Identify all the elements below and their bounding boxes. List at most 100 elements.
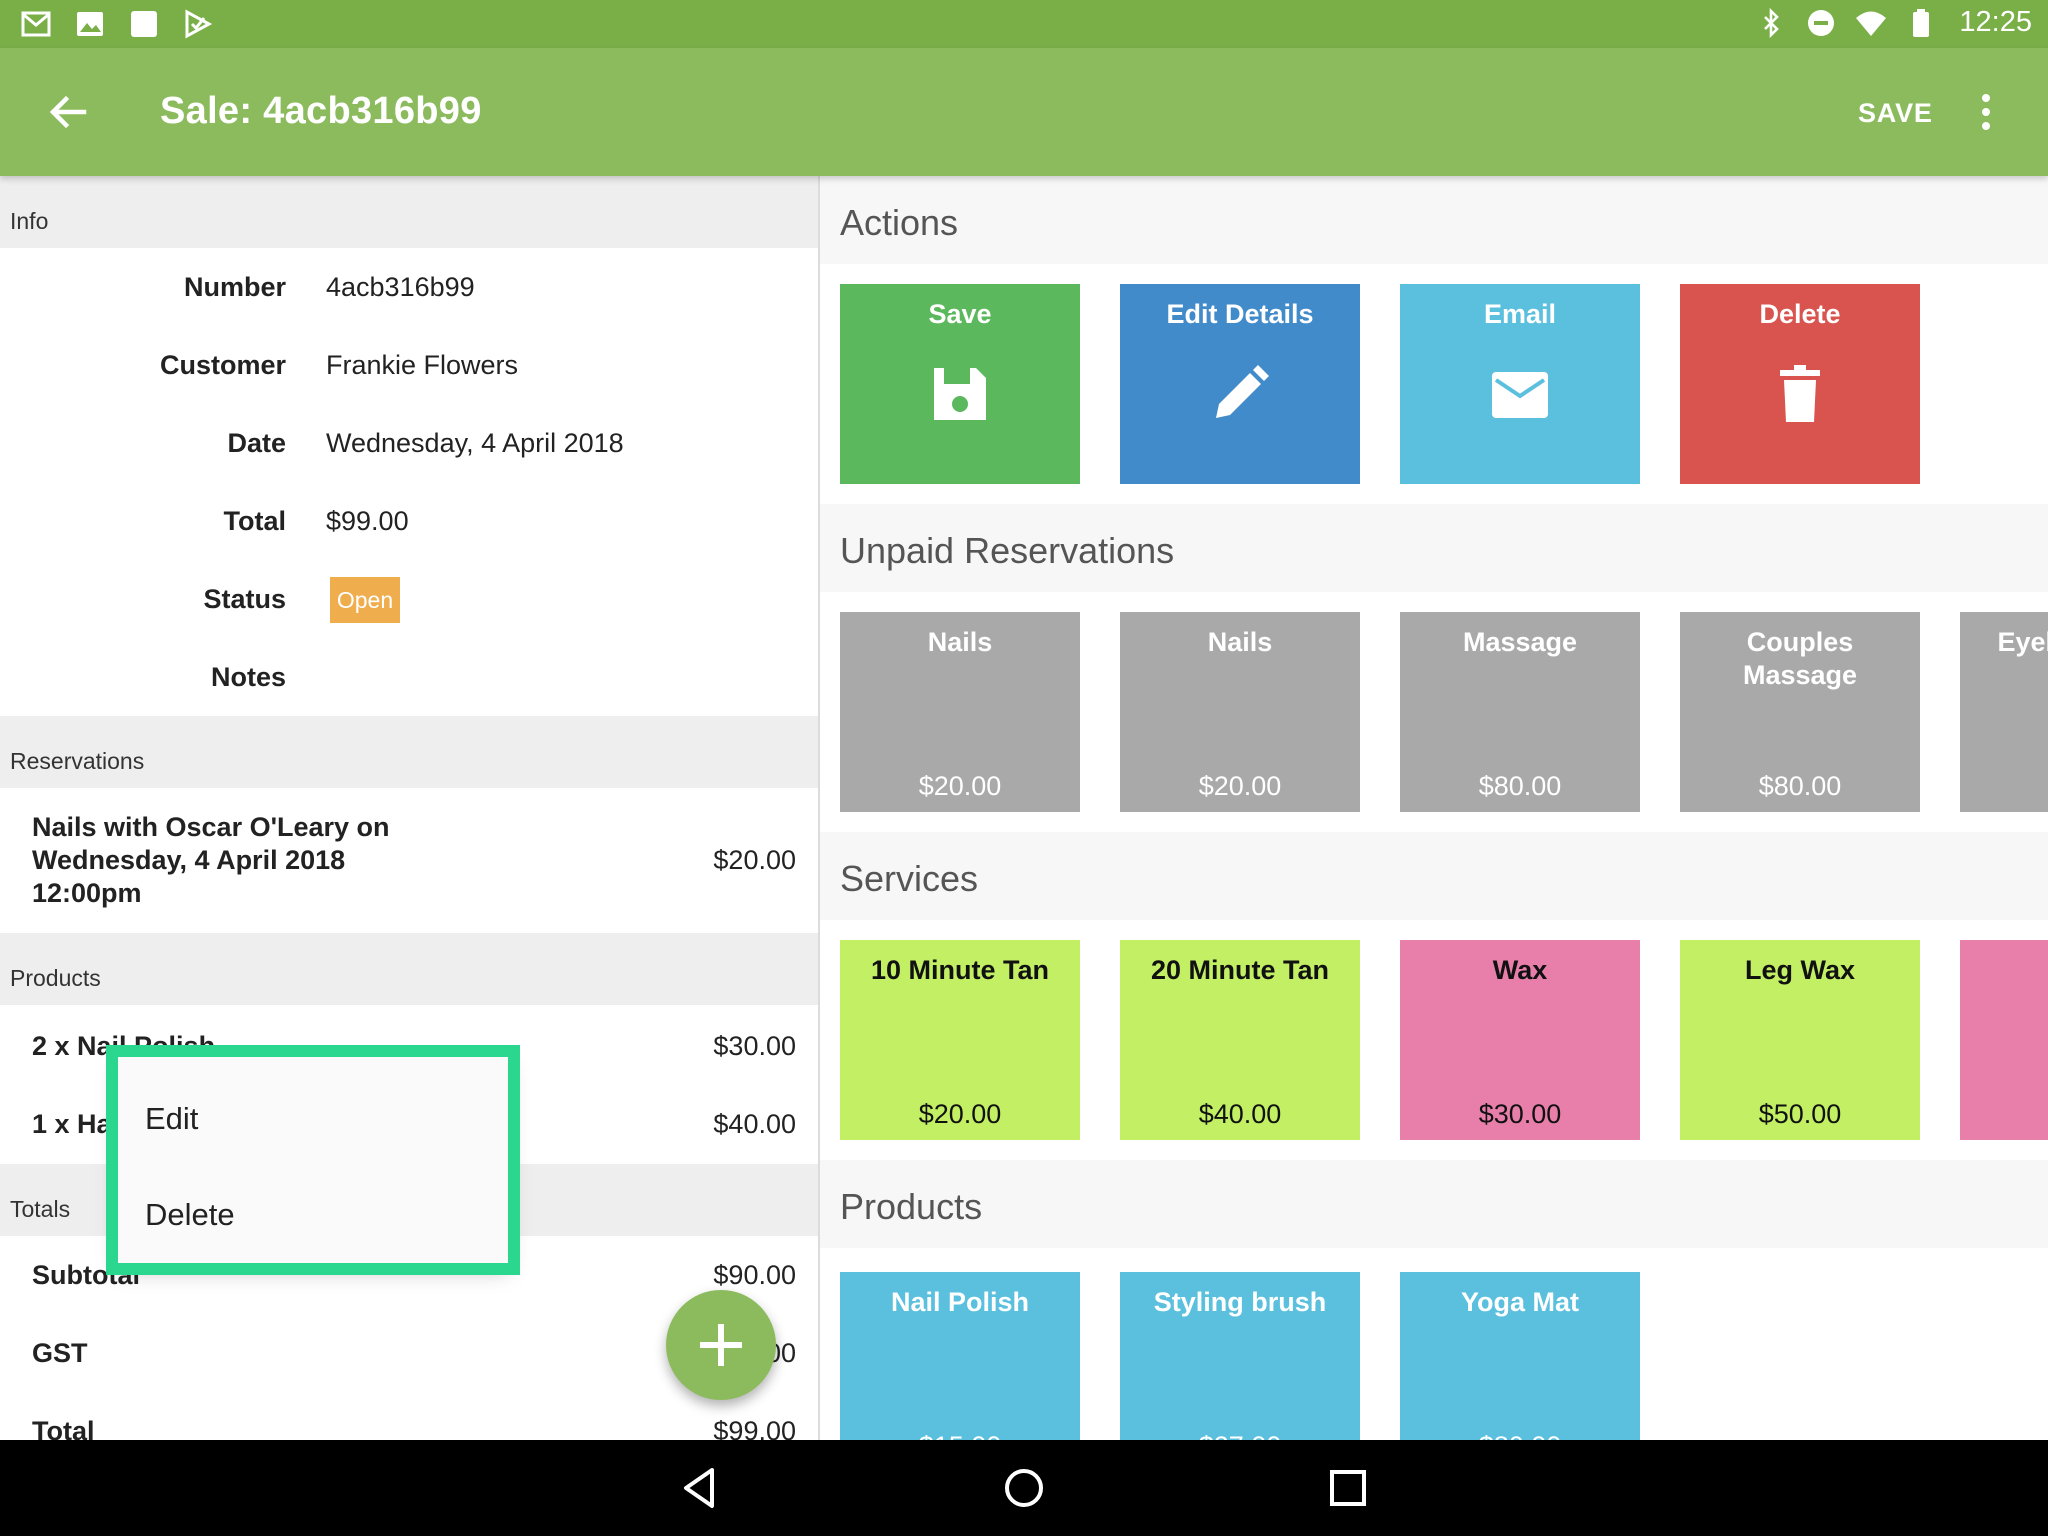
tile-label: Nails [927, 627, 993, 657]
tile-label: Delete [1759, 299, 1841, 329]
service-tile[interactable]: 20 Minute Tan $40.00 [1120, 940, 1360, 1140]
tile-price: $20.00 [1198, 771, 1282, 801]
highlight-frame [106, 1045, 520, 1275]
bluetooth-icon [1764, 7, 1780, 38]
more-vert-icon[interactable] [1970, 88, 2002, 136]
unpaid-reservation-tile[interactable]: Massage $80.00 [1400, 612, 1640, 812]
tile-label: Yoga Mat [1460, 1287, 1579, 1317]
tile-price: $40.00 [1198, 1099, 1282, 1129]
image-icon [77, 12, 103, 36]
service-tile[interactable]: Leg Wax $50.00 [1680, 940, 1920, 1140]
tile-price: $50.00 [1758, 1099, 1842, 1129]
save-button[interactable]: SAVE [1858, 98, 1933, 129]
tile-price: $ [1960, 1099, 2048, 1130]
tile-label: Leg Wax [1744, 955, 1856, 985]
grand-total-label: Total [32, 1416, 95, 1440]
reservation-price: $20.00 [713, 845, 796, 875]
action-save-tile[interactable]: Save [840, 284, 1080, 484]
reservations-header: Reservations [0, 716, 818, 788]
back-arrow-icon[interactable] [44, 88, 92, 136]
tile-label: Edit Details [1166, 299, 1314, 329]
pencil-icon [1216, 365, 1269, 418]
app-bar: Sale: 4acb316b99 SAVE [0, 48, 2048, 176]
catalog-panel: Actions Save Edit Details Email Delete U… [820, 176, 2048, 1440]
action-email-tile[interactable]: Email [1400, 284, 1640, 484]
product-tile[interactable]: Yoga Mat $80.00 [1400, 1272, 1640, 1440]
date-label: Date [227, 428, 286, 458]
reservation-line-3: 12:00pm [32, 878, 142, 908]
info-header: Info [0, 176, 818, 248]
service-tile[interactable]: Wax $30.00 [1400, 940, 1640, 1140]
floppy-disk-icon [934, 368, 986, 420]
gmail-icon [21, 11, 51, 37]
tile-price: $15.00 [840, 1431, 1080, 1440]
tile-price: $ [1960, 771, 2048, 802]
add-item-button[interactable] [666, 1290, 776, 1400]
battery-icon [1913, 8, 1930, 37]
notes-label: Notes [210, 662, 286, 692]
unpaid-reservation-tile[interactable]: Eyebrow eye $ [1960, 612, 2048, 812]
product-row-text: 1 x Ha [32, 1109, 112, 1139]
tile-price: $20.00 [918, 771, 1002, 801]
status-bar: 12:25 [0, 0, 2048, 48]
unpaid-reservation-tile[interactable]: Nails $20.00 [1120, 612, 1360, 812]
tile-label: Styling brush [1153, 1287, 1327, 1317]
date-value: Wednesday, 4 April 2018 [326, 428, 624, 458]
plus-icon [700, 1324, 742, 1366]
customer-value: Frankie Flowers [326, 350, 519, 380]
tile-price: $80.00 [1400, 1431, 1640, 1440]
status-label: Status [203, 584, 286, 614]
total-value: $99.00 [326, 506, 409, 536]
unpaid-reservations-header: Unpaid Reservations [840, 530, 1175, 571]
tile-label: Eyebrow eye [1997, 627, 2048, 657]
product-tile[interactable]: Styling brush $27.00 [1120, 1272, 1360, 1440]
unpaid-reservation-tile[interactable]: Couples Massage $80.00 [1680, 612, 1920, 812]
trash-icon [1780, 365, 1820, 422]
system-nav-bar [0, 1440, 2048, 1536]
tile-price: $80.00 [1758, 771, 1842, 801]
home-circle-icon[interactable] [1000, 1464, 1048, 1512]
total-label: Total [223, 506, 287, 536]
tile-price: $20.00 [918, 1099, 1002, 1129]
product-tile[interactable]: Nail Polish $15.00 [840, 1272, 1080, 1440]
unpaid-reservation-tile[interactable]: Nails $20.00 [840, 612, 1080, 812]
checkmark-icon [185, 9, 213, 39]
tile-label: 20 Minute Tan [1150, 955, 1330, 985]
envelope-icon [1492, 372, 1548, 418]
tile-label: Wax [1492, 955, 1548, 985]
action-delete-tile[interactable]: Delete [1680, 284, 1920, 484]
gst-label: GST [32, 1338, 88, 1368]
do-not-disturb-icon [1808, 9, 1835, 36]
products-grid-header: Products [840, 1186, 983, 1227]
tile-label: Save [928, 299, 992, 329]
tile-price: $27.00 [1120, 1431, 1360, 1440]
reservation-line-1: Nails with Oscar O'Leary on [32, 812, 390, 842]
service-tile[interactable]: $ [1960, 940, 2048, 1140]
product-row-price: $30.00 [713, 1031, 796, 1061]
tile-label: Couples Massage [1742, 627, 1858, 690]
wifi-icon [1856, 11, 1887, 36]
customer-label: Customer [159, 350, 286, 380]
page-title: Sale: 4acb316b99 [160, 90, 482, 132]
tile-label: Massage [1462, 627, 1578, 657]
tile-price: $30.00 [1478, 1099, 1562, 1129]
reservation-line-2: Wednesday, 4 April 2018 [32, 845, 346, 875]
service-tile[interactable]: 10 Minute Tan $20.00 [840, 940, 1080, 1140]
subtotal-value: $90.00 [713, 1260, 796, 1290]
tile-label: Nails [1207, 627, 1273, 657]
square-icon [131, 11, 157, 37]
services-header: Services [840, 858, 979, 899]
recents-square-icon[interactable] [1324, 1464, 1372, 1512]
tile-label: Nail Polish [890, 1287, 1030, 1317]
tile-label: 10 Minute Tan [870, 955, 1050, 985]
action-edit-details-tile[interactable]: Edit Details [1120, 284, 1360, 484]
actions-header: Actions [840, 202, 959, 243]
grand-total-value: $99.00 [713, 1416, 796, 1440]
number-label: Number [183, 272, 286, 302]
status-badge: Open [330, 577, 400, 623]
number-value: 4acb316b99 [326, 272, 475, 302]
products-header: Products [0, 933, 818, 1005]
back-triangle-icon[interactable] [676, 1464, 724, 1512]
tile-price: $80.00 [1478, 771, 1562, 801]
status-time: 12:25 [1959, 6, 2032, 38]
